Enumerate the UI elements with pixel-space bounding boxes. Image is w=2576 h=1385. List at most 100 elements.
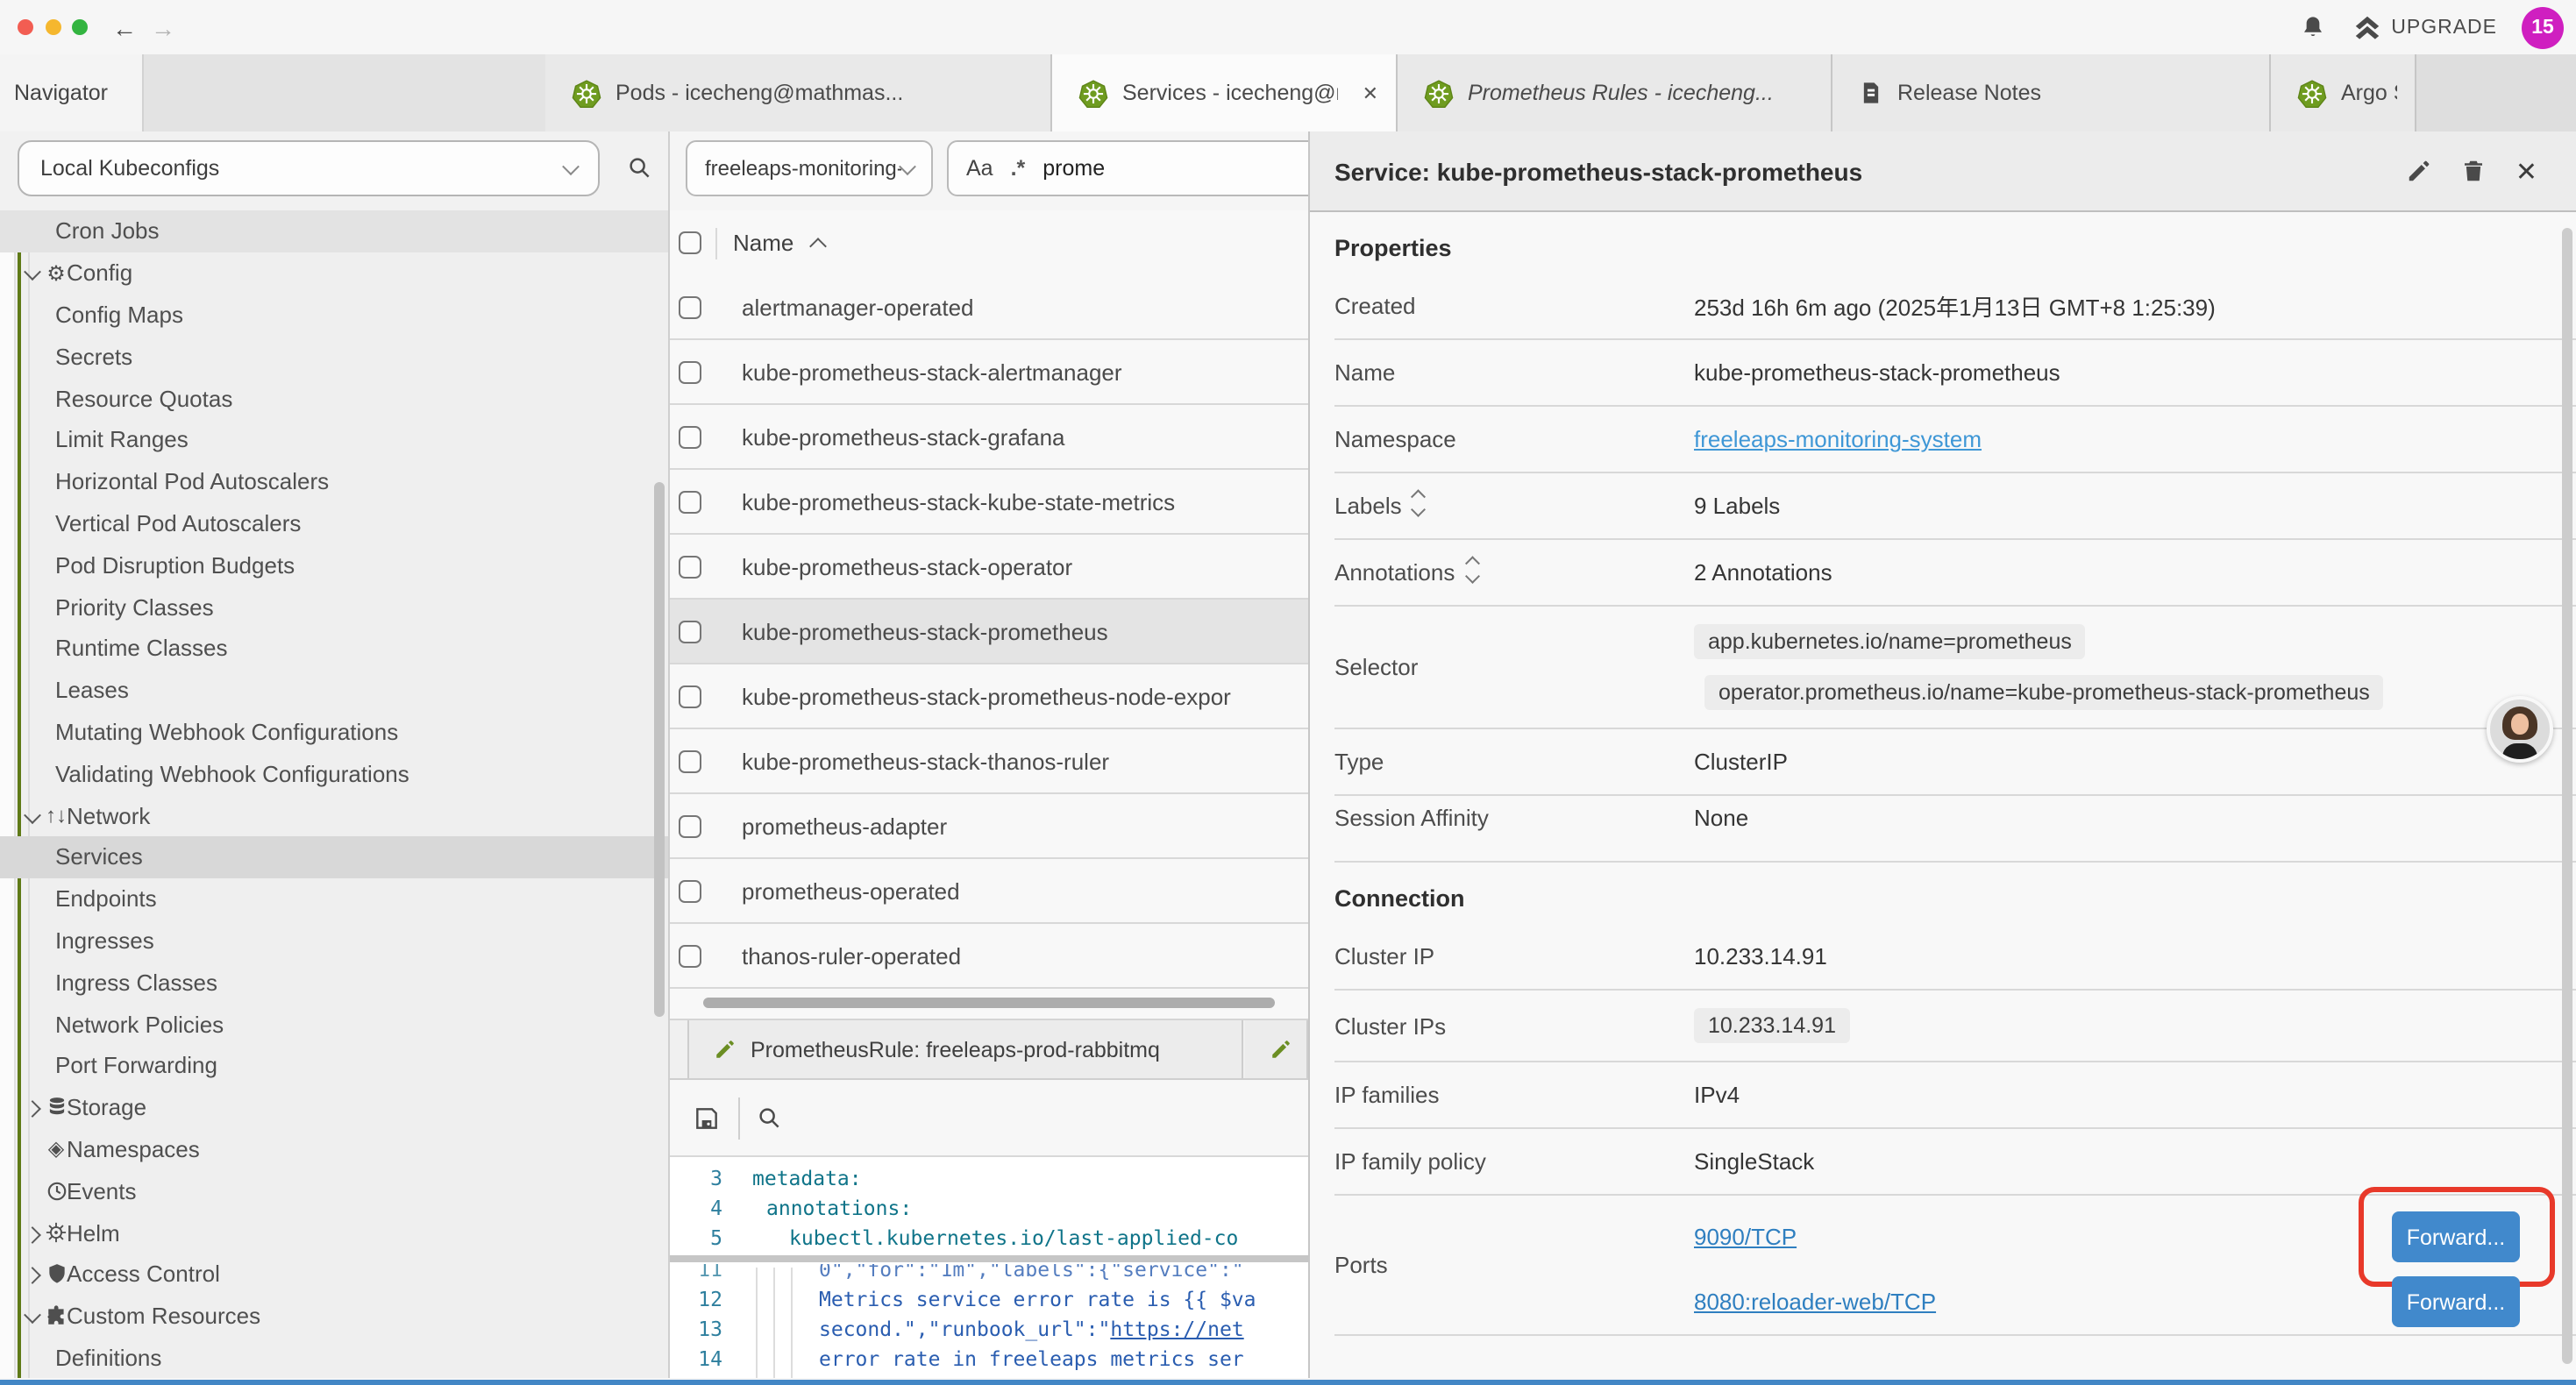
back-icon[interactable]: ← <box>112 15 137 39</box>
sort-updown-icon[interactable] <box>1414 493 1424 516</box>
tab-services-icecheng-math[interactable]: Services - icecheng@math...✕ <box>1052 54 1398 131</box>
chevron-right-icon[interactable] <box>23 1094 40 1120</box>
notifications-bell-icon[interactable] <box>2298 13 2326 41</box>
sidebar-item-validating-webhook-configurations[interactable]: Validating Webhook Configurations <box>0 753 668 795</box>
sidebar-item-runtime-classes[interactable]: Runtime Classes <box>0 628 668 670</box>
row-checkbox[interactable] <box>679 620 701 643</box>
detail-row-ports: Ports9090/TCPForward...8080:reloader-web… <box>1334 1196 2576 1336</box>
sidebar-scrollbar[interactable] <box>654 482 665 1017</box>
sidebar-item-secrets[interactable]: Secrets <box>0 336 668 378</box>
sidebar-item-horizontal-pod-autoscalers[interactable]: Horizontal Pod Autoscalers <box>0 461 668 503</box>
regex-toggle[interactable]: .* <box>1011 156 1026 181</box>
sidebar-item-mutating-webhook-configurations[interactable]: Mutating Webhook Configurations <box>0 711 668 753</box>
detail-scrollbar[interactable] <box>2561 228 2572 1364</box>
sort-updown-icon[interactable] <box>1467 559 1477 583</box>
port-link[interactable]: 9090/TCP <box>1694 1224 1797 1250</box>
service-row-kube-prometheus-stack-operator[interactable]: kube-prometheus-stack-operator <box>670 535 1308 600</box>
yaml-editor[interactable]: 3metadata:4annotations:5kubectl.kubernet… <box>670 1157 1308 1378</box>
forward-icon[interactable]: → <box>151 15 175 39</box>
row-checkbox[interactable] <box>679 295 701 318</box>
tab-argo-se[interactable]: Argo Se <box>2271 54 2416 131</box>
sidebar-item-config-maps[interactable]: Config Maps <box>0 294 668 336</box>
service-row-kube-prometheus-stack-prometheus[interactable]: kube-prometheus-stack-prometheus <box>670 600 1308 664</box>
save-icon[interactable] <box>693 1104 721 1132</box>
sidebar-item-priority-classes[interactable]: Priority Classes <box>0 586 668 628</box>
namespace-link[interactable]: freeleaps-monitoring-system <box>1694 426 1982 452</box>
sidebar-item-port-forwarding[interactable]: Port Forwarding <box>0 1045 668 1087</box>
sidebar-item-vertical-pod-autoscalers[interactable]: Vertical Pod Autoscalers <box>0 502 668 544</box>
row-checkbox[interactable] <box>679 425 701 448</box>
sort-ascending-icon[interactable] <box>808 237 826 254</box>
edit-pencil-icon[interactable] <box>2407 158 2433 184</box>
chevron-right-icon[interactable] <box>23 1261 40 1288</box>
kubeconfig-selector[interactable]: Local Kubeconfigs <box>18 140 600 196</box>
select-all-checkbox[interactable] <box>679 231 701 254</box>
port-link[interactable]: 8080:reloader-web/TCP <box>1694 1289 1936 1315</box>
notification-count-badge[interactable]: 15 <box>2522 6 2564 48</box>
sidebar-item-custom-resources[interactable]: Custom Resources <box>0 1295 668 1337</box>
close-window-button[interactable] <box>18 19 33 35</box>
service-row-kube-prometheus-stack-kube-state-metrics[interactable]: kube-prometheus-stack-kube-state-metrics <box>670 470 1308 535</box>
sidebar-item-endpoints[interactable]: Endpoints <box>0 878 668 920</box>
service-row-alertmanager-operated[interactable]: alertmanager-operated <box>670 275 1308 340</box>
service-row-kube-prometheus-stack-prometheus-node-expor[interactable]: kube-prometheus-stack-prometheus-node-ex… <box>670 664 1308 729</box>
close-tab-icon[interactable]: ✕ <box>1352 82 1378 104</box>
name-column-header[interactable]: Name <box>733 230 793 256</box>
service-row-kube-prometheus-stack-thanos-ruler[interactable]: kube-prometheus-stack-thanos-ruler <box>670 729 1308 794</box>
sidebar-item-limit-ranges[interactable]: Limit Ranges <box>0 419 668 461</box>
row-checkbox[interactable] <box>679 944 701 967</box>
sidebar-item-access-control[interactable]: Access Control <box>0 1254 668 1296</box>
service-row-kube-prometheus-stack-alertmanager[interactable]: kube-prometheus-stack-alertmanager <box>670 340 1308 405</box>
chevron-down-icon[interactable] <box>23 259 40 286</box>
row-checkbox[interactable] <box>679 555 701 578</box>
tab-pods-icecheng-mathmas[interactable]: Pods - icecheng@mathmas... <box>545 54 1052 131</box>
user-avatar[interactable] <box>2487 696 2553 763</box>
row-checkbox[interactable] <box>679 490 701 513</box>
sidebar-item-events[interactable]: Events <box>0 1170 668 1212</box>
chevron-down-icon[interactable] <box>23 802 40 828</box>
sidebar-item-resource-quotas[interactable]: Resource Quotas <box>0 377 668 419</box>
chevron-right-icon[interactable] <box>23 1219 40 1246</box>
namespace-filter-dropdown[interactable]: freeleaps-monitoring-system <box>686 140 933 196</box>
row-checkbox[interactable] <box>679 685 701 707</box>
service-search-input[interactable]: Aa .* prome <box>947 140 1308 196</box>
minimize-window-button[interactable] <box>45 19 60 35</box>
editor-tab-next[interactable] <box>1245 1020 1308 1078</box>
row-checkbox[interactable] <box>679 879 701 902</box>
horizontal-scrollbar-thumb[interactable] <box>703 998 1275 1008</box>
editor-search-icon[interactable] <box>756 1104 782 1131</box>
service-row-thanos-ruler-operated[interactable]: thanos-ruler-operated <box>670 924 1308 989</box>
sidebar-item-ingresses[interactable]: Ingresses <box>0 920 668 962</box>
tab-release-notes[interactable]: Release Notes <box>1832 54 2271 131</box>
sidebar-item-cron-jobs[interactable]: Cron Jobs <box>0 210 668 252</box>
zoom-window-button[interactable] <box>72 19 88 35</box>
sidebar-item-network[interactable]: ↑↓Network <box>0 794 668 836</box>
row-checkbox[interactable] <box>679 814 701 837</box>
sidebar-item-config[interactable]: ⚙Config <box>0 252 668 295</box>
chevron-down-icon[interactable] <box>23 1303 40 1329</box>
tab-prometheus-rules-icecheng[interactable]: Prometheus Rules - icecheng... <box>1398 54 1832 131</box>
row-checkbox[interactable] <box>679 360 701 383</box>
match-case-toggle[interactable]: Aa <box>966 156 993 181</box>
service-row-prometheus-adapter[interactable]: prometheus-adapter <box>670 794 1308 859</box>
editor-tab-prometheusrule[interactable]: PrometheusRule: freeleaps-prod-rabbitmq <box>687 1020 1243 1078</box>
service-row-prometheus-operated[interactable]: prometheus-operated <box>670 859 1308 924</box>
sidebar-item-services[interactable]: Services <box>0 836 668 878</box>
service-row-kube-prometheus-stack-grafana[interactable]: kube-prometheus-stack-grafana <box>670 405 1308 470</box>
sidebar-item-storage[interactable]: Storage <box>0 1086 668 1128</box>
sidebar-item-pod-disruption-budgets[interactable]: Pod Disruption Budgets <box>0 544 668 586</box>
sidebar-item-leases[interactable]: Leases <box>0 670 668 712</box>
forward-button[interactable]: Forward... <box>2392 1211 2520 1262</box>
forward-button[interactable]: Forward... <box>2392 1276 2520 1327</box>
sidebar-item-ingress-classes[interactable]: Ingress Classes <box>0 962 668 1004</box>
sidebar-item-helm[interactable]: Helm <box>0 1211 668 1254</box>
sidebar-item-network-policies[interactable]: Network Policies <box>0 1003 668 1045</box>
sidebar-search-icon[interactable] <box>626 154 652 181</box>
navigator-panel-tab[interactable]: Navigator <box>0 54 144 131</box>
close-icon[interactable]: ✕ <box>2516 155 2537 187</box>
delete-trash-icon[interactable] <box>2461 158 2487 184</box>
sidebar-item-definitions[interactable]: Definitions <box>0 1337 668 1378</box>
sidebar-item-namespaces[interactable]: ◈Namespaces <box>0 1128 668 1170</box>
row-checkbox[interactable] <box>679 749 701 772</box>
upgrade-button[interactable]: UPGRADE <box>2351 11 2497 43</box>
